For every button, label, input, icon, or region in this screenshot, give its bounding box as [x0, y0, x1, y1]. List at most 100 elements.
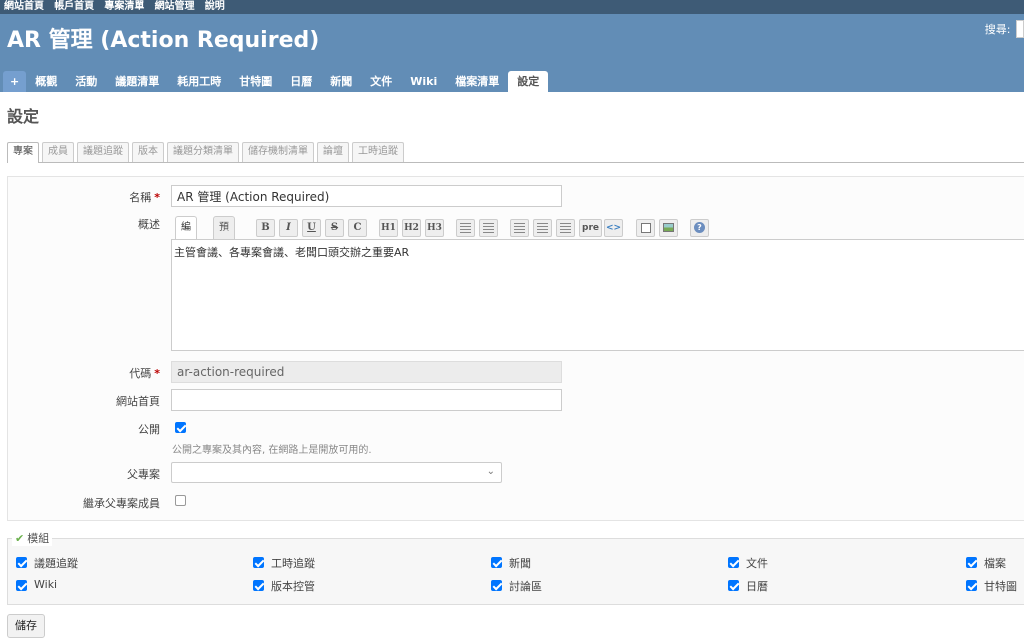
numbered-list-icon: [483, 223, 494, 233]
parent-project-select[interactable]: ⌄: [171, 462, 502, 483]
public-label: 公開: [138, 423, 160, 436]
link-icon: [640, 223, 651, 233]
homepage-field[interactable]: [171, 389, 562, 411]
tab-boards[interactable]: 論壇: [317, 142, 349, 162]
inline-code-button[interactable]: <>: [604, 219, 623, 237]
module-label-gantt: 甘特圖: [984, 580, 1017, 593]
tab-repositories[interactable]: 儲存機制清單: [242, 142, 314, 162]
module-checkbox-boards[interactable]: [491, 580, 502, 591]
quote-icon: [514, 223, 525, 233]
main-menu-time-entries[interactable]: 耗用工時: [168, 71, 230, 92]
name-label: 名稱 *: [0, 189, 160, 205]
heading3-button[interactable]: H3: [425, 219, 444, 237]
identifier-field[interactable]: [171, 361, 562, 383]
check-icon: ✔: [15, 532, 25, 545]
name-field[interactable]: [171, 185, 562, 207]
image-button[interactable]: [659, 219, 678, 237]
modules-legend[interactable]: ✔ 模組: [12, 530, 53, 546]
module-label-news: 新聞: [509, 557, 531, 570]
public-checkbox[interactable]: [175, 422, 186, 433]
unordered-list-button[interactable]: [456, 219, 475, 237]
inherit-members-label: 繼承父專案成員: [83, 497, 160, 510]
tab-members[interactable]: 成員: [42, 142, 74, 162]
public-hint: 公開之專案及其內容, 在網路上是開放可用的.: [172, 445, 372, 456]
main-menu-wiki[interactable]: Wiki: [401, 71, 446, 92]
main-menu-settings[interactable]: 設定: [508, 71, 549, 92]
main-menu-gantt[interactable]: 甘特圖: [230, 71, 281, 92]
tab-project[interactable]: 專案: [7, 142, 39, 163]
project-title: AR 管理 (Action Required): [7, 28, 320, 53]
module-checkbox-wiki[interactable]: [16, 580, 27, 591]
settings-tabs: 專案 成員 議題追蹤 版本 議題分類清單 儲存機制清單 論壇 工時追蹤: [7, 142, 1024, 163]
search-input[interactable]: [1016, 20, 1024, 38]
bulleted-list-icon: [460, 223, 471, 233]
heading2-button[interactable]: H2: [402, 219, 421, 237]
main-menu-calendar[interactable]: 日曆: [281, 71, 321, 92]
editor-tab-edit[interactable]: 編輯: [175, 216, 197, 255]
module-label-boards: 討論區: [509, 580, 542, 593]
module-label-wiki: Wiki: [34, 578, 58, 591]
module-checkbox-files[interactable]: [966, 557, 977, 568]
name-label-text: 名稱: [129, 191, 152, 204]
main-menu-activity[interactable]: 活動: [66, 71, 106, 92]
main-menu-news[interactable]: 新聞: [321, 71, 361, 92]
table-button[interactable]: [556, 219, 575, 237]
top-menu-home[interactable]: 網站首頁: [4, 1, 44, 12]
help-button[interactable]: ?: [690, 219, 709, 237]
module-label-calendar: 日曆: [746, 580, 768, 593]
module-label-files: 檔案: [984, 557, 1006, 570]
bold-button[interactable]: B: [256, 219, 275, 237]
parent-label: 父專案: [127, 468, 160, 481]
code-button[interactable]: C: [348, 219, 367, 237]
top-menu-administration[interactable]: 網站管理: [155, 1, 195, 12]
save-button[interactable]: 儲存: [7, 614, 45, 638]
module-checkbox-gantt[interactable]: [966, 580, 977, 591]
inherit-members-checkbox[interactable]: [175, 495, 186, 506]
homepage-label: 網站首頁: [116, 395, 160, 408]
editor-tab-preview[interactable]: 預覽: [213, 216, 235, 255]
main-menu-issues[interactable]: 議題清單: [106, 71, 168, 92]
search-label: 搜尋:: [984, 23, 1011, 36]
top-menu-projects[interactable]: 專案清單: [104, 1, 144, 12]
new-object-button[interactable]: +: [3, 71, 27, 92]
content: 設定 專案 成員 議題追蹤 版本 議題分類清單 儲存機制清單 論壇 工時追蹤 名…: [0, 92, 1024, 638]
module-label-time-tracking: 工時追蹤: [271, 557, 315, 570]
top-menu-my-page[interactable]: 帳戶首頁: [54, 1, 94, 12]
module-checkbox-time-tracking[interactable]: [253, 557, 264, 568]
top-menu-help[interactable]: 說明: [205, 1, 225, 12]
module-checkbox-news[interactable]: [491, 557, 502, 568]
modules-fieldset: [7, 538, 1024, 605]
module-checkbox-calendar[interactable]: [728, 580, 739, 591]
main-menu-overview[interactable]: 概觀: [26, 71, 66, 92]
italic-button[interactable]: I: [279, 219, 298, 237]
module-checkbox-documents[interactable]: [728, 557, 739, 568]
main-menu-documents[interactable]: 文件: [361, 71, 401, 92]
top-menu: 網站首頁 帳戶首頁 專案清單 網站管理 說明: [0, 0, 1024, 14]
heading1-button[interactable]: H1: [379, 219, 398, 237]
quote-button[interactable]: [510, 219, 529, 237]
module-label-documents: 文件: [746, 557, 768, 570]
module-checkbox-issue-tracking[interactable]: [16, 557, 27, 568]
chevron-down-icon: ⌄: [486, 466, 495, 477]
tab-time-tracking[interactable]: 工時追蹤: [352, 142, 404, 162]
tab-issue-tracking[interactable]: 議題追蹤: [77, 142, 129, 162]
underline-button[interactable]: U: [302, 219, 321, 237]
strikethrough-button[interactable]: S: [325, 219, 344, 237]
required-mark: *: [154, 191, 160, 204]
module-checkbox-repository[interactable]: [253, 580, 264, 591]
module-label-repository: 版本控管: [271, 580, 315, 593]
main-menu: + 概觀 活動 議題清單 耗用工時 甘特圖 日曆 新聞 文件 Wiki 檔案清單…: [0, 71, 549, 92]
modules-legend-text: 模組: [27, 532, 50, 545]
ordered-list-button[interactable]: [479, 219, 498, 237]
tab-versions[interactable]: 版本: [132, 142, 164, 162]
preformatted-button[interactable]: pre: [579, 219, 602, 237]
description-textarea[interactable]: 主管會議、各專案會議、老闆口頭交辦之重要AR: [171, 239, 1024, 351]
identifier-label-text: 代碼: [129, 367, 152, 380]
main-menu-files[interactable]: 檔案清單: [446, 71, 508, 92]
table-icon: [560, 223, 571, 233]
unquote-button[interactable]: [533, 219, 552, 237]
identifier-label: 代碼 *: [0, 365, 160, 381]
help-icon: ?: [694, 222, 705, 233]
tab-issue-categories[interactable]: 議題分類清單: [167, 142, 239, 162]
wiki-link-button[interactable]: [636, 219, 655, 237]
